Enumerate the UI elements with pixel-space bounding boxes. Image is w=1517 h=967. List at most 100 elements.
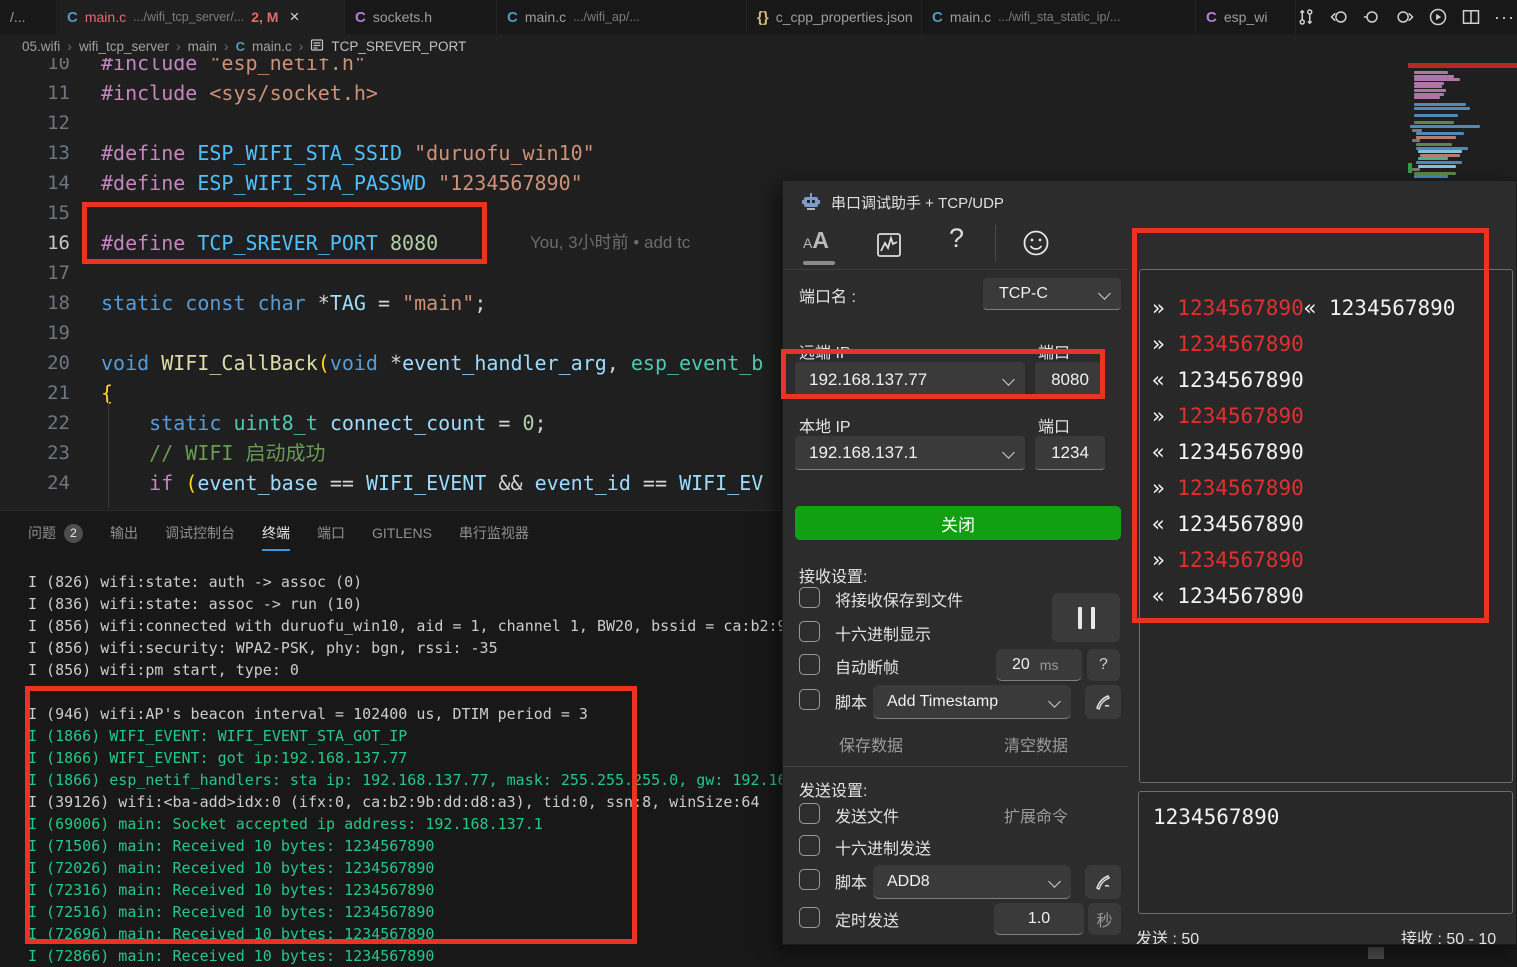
send-file-checkbox[interactable] — [799, 803, 820, 824]
more-actions-icon[interactable]: ··· — [1494, 7, 1515, 28]
help-icon[interactable]: ? — [949, 223, 964, 254]
close-icon[interactable]: × — [289, 7, 299, 27]
panel-tab-串行监视器[interactable]: 串行监视器 — [459, 523, 529, 547]
minimap-code-row — [1414, 71, 1448, 74]
compare-changes-icon[interactable] — [1296, 7, 1316, 27]
panel-tab-label: 端口 — [317, 523, 345, 543]
minimap-code-row — [1414, 93, 1444, 96]
frame-ms-input[interactable]: 20 ms — [996, 649, 1082, 681]
annotation-rect-terminal-log — [25, 686, 637, 944]
save-to-file-checkbox[interactable] — [799, 587, 820, 608]
line-number: 14 — [0, 168, 70, 198]
smiley-icon[interactable] — [1021, 228, 1051, 263]
frame-help-button[interactable]: ? — [1087, 649, 1120, 681]
panel-tab-调试控制台[interactable]: 调试控制台 — [165, 523, 235, 547]
editor-tab[interactable]: {}c_cpp_properties.json — [747, 0, 922, 34]
recv-script-edit-button[interactable] — [1085, 685, 1121, 719]
toolbar-divider — [995, 225, 996, 261]
send-script-checkbox[interactable] — [799, 869, 820, 890]
timed-send-checkbox[interactable] — [799, 907, 820, 928]
minimap-code-row — [1414, 96, 1440, 99]
tab-label: main.c — [950, 9, 991, 25]
panel-tab-GITLENS[interactable]: GITLENS — [372, 525, 432, 545]
editor-tab[interactable]: Cmain.c.../wifi_sta_static_ip/... — [922, 0, 1196, 34]
interval-input[interactable]: 1.0 — [994, 903, 1084, 935]
navigate-dot-icon[interactable] — [1362, 7, 1382, 27]
hex-display-checkbox[interactable] — [799, 621, 820, 642]
line-number: 15 — [0, 198, 70, 228]
hex-send-checkbox[interactable] — [799, 835, 820, 856]
font-settings-icon[interactable]: AA — [803, 227, 839, 263]
line-number: 22 — [0, 408, 70, 438]
panel-tab-终端[interactable]: 终端 — [262, 523, 290, 547]
auto-frame-label: 自动断帧 — [835, 654, 899, 678]
send-script-select[interactable]: ADD8 — [873, 865, 1071, 899]
panel-tab-label: 终端 — [262, 523, 290, 543]
close-connection-button[interactable]: 关闭 — [795, 506, 1121, 540]
tab-label: /... — [10, 9, 26, 25]
save-to-file-label: 将接收保存到文件 — [835, 587, 963, 611]
breadcrumb-item[interactable]: TCP_SREVER_PORT — [331, 39, 466, 54]
recv-script-select[interactable]: Add Timestamp — [873, 685, 1071, 719]
panel-tab-问题[interactable]: 问题2 — [28, 523, 83, 547]
minimap-code-row — [1414, 175, 1448, 178]
minimap-code-row — [1416, 161, 1462, 164]
send-file-label: 发送文件 — [835, 803, 899, 827]
pause-icon — [1078, 607, 1082, 629]
annotation-rect-receive-data — [1132, 228, 1489, 623]
split-editor-icon[interactable] — [1461, 7, 1481, 27]
local-port-input[interactable]: 1234 — [1035, 436, 1105, 470]
minimap-code-row — [1414, 78, 1460, 81]
git-blame-annotation: You, 3小时前 • add tc — [530, 228, 690, 253]
editor-tab[interactable]: Csockets.h — [345, 0, 497, 34]
plotter-icon[interactable] — [875, 231, 903, 264]
minimap-code-row — [1414, 121, 1454, 124]
timed-send-label: 定时发送 — [835, 907, 899, 931]
save-data-button[interactable]: 保存数据 — [839, 732, 903, 756]
recv-settings-header: 接收设置: — [799, 563, 867, 587]
navigate-back-icon[interactable] — [1329, 7, 1349, 27]
vscode-window: /...Cmain.c.../wifi_tcp_server/...2, M×C… — [0, 0, 1517, 967]
hex-display-label: 十六进制显示 — [835, 621, 931, 645]
editor-tab[interactable]: /... — [0, 0, 57, 34]
code-text: static uint8_t connect_count = 0; — [101, 408, 547, 438]
port-type-value: TCP-C — [999, 285, 1048, 303]
panel-tab-端口[interactable]: 端口 — [317, 523, 345, 547]
send-script-edit-button[interactable] — [1085, 865, 1121, 899]
breadcrumb-separator: › — [224, 38, 229, 54]
run-code-icon[interactable] — [1428, 7, 1448, 27]
recv-script-checkbox[interactable] — [799, 689, 820, 710]
ms-unit-label: ms — [1040, 657, 1059, 673]
breadcrumb-item[interactable]: 05.wifi — [22, 39, 60, 54]
send-input[interactable]: 1234567890 — [1138, 791, 1513, 914]
editor-tab[interactable]: Cmain.c.../wifi_ap/... — [497, 0, 747, 34]
navigate-forward-icon[interactable] — [1395, 7, 1415, 27]
local-ip-select[interactable]: 192.168.137.1 — [795, 436, 1025, 470]
pause-button[interactable] — [1052, 593, 1120, 642]
breadcrumb-item[interactable]: wifi_tcp_server — [79, 39, 169, 54]
tab-label: sockets.h — [373, 9, 432, 25]
line-number: 23 — [0, 438, 70, 468]
rx-counter: 接收 : 50 - 10 — [1401, 925, 1496, 945]
auto-frame-checkbox[interactable] — [799, 654, 820, 675]
chevron-down-icon — [1048, 695, 1061, 708]
port-type-select[interactable]: TCP-C — [983, 278, 1121, 310]
breadcrumb-item[interactable]: main — [188, 39, 217, 54]
minimap-code-row — [1418, 150, 1462, 153]
local-ip-label: 本地 IP — [799, 413, 851, 437]
editor-tab[interactable]: Cesp_wi — [1196, 0, 1296, 34]
clear-data-button[interactable]: 清空数据 — [1004, 732, 1068, 756]
panel-tab-label: 问题 — [28, 523, 56, 543]
scrollbar-handle[interactable] — [1368, 947, 1384, 959]
panel-tab-输出[interactable]: 输出 — [110, 523, 138, 547]
ext-cmd-button[interactable]: 扩展命令 — [1004, 803, 1068, 827]
breadcrumb: 05.wifi› wifi_tcp_server› main› C main.c… — [0, 34, 1517, 58]
breadcrumb-item[interactable]: main.c — [252, 39, 292, 54]
minimap-git-marker — [1408, 163, 1412, 173]
seconds-label: 秒 — [1096, 907, 1112, 931]
tx-value: 50 — [1181, 931, 1199, 945]
terminal-line: I (856) wifi:security: WPA2-PSK, phy: bg… — [28, 637, 787, 659]
panel-tab-strip: 问题2 输出 调试控制台 终端 端口 GITLENS 串行监视器 — [28, 521, 529, 549]
editor-tab[interactable]: Cmain.c.../wifi_tcp_server/...2, M× — [57, 0, 345, 34]
code-text: #define ESP_WIFI_STA_PASSWD "1234567890" — [101, 168, 583, 198]
